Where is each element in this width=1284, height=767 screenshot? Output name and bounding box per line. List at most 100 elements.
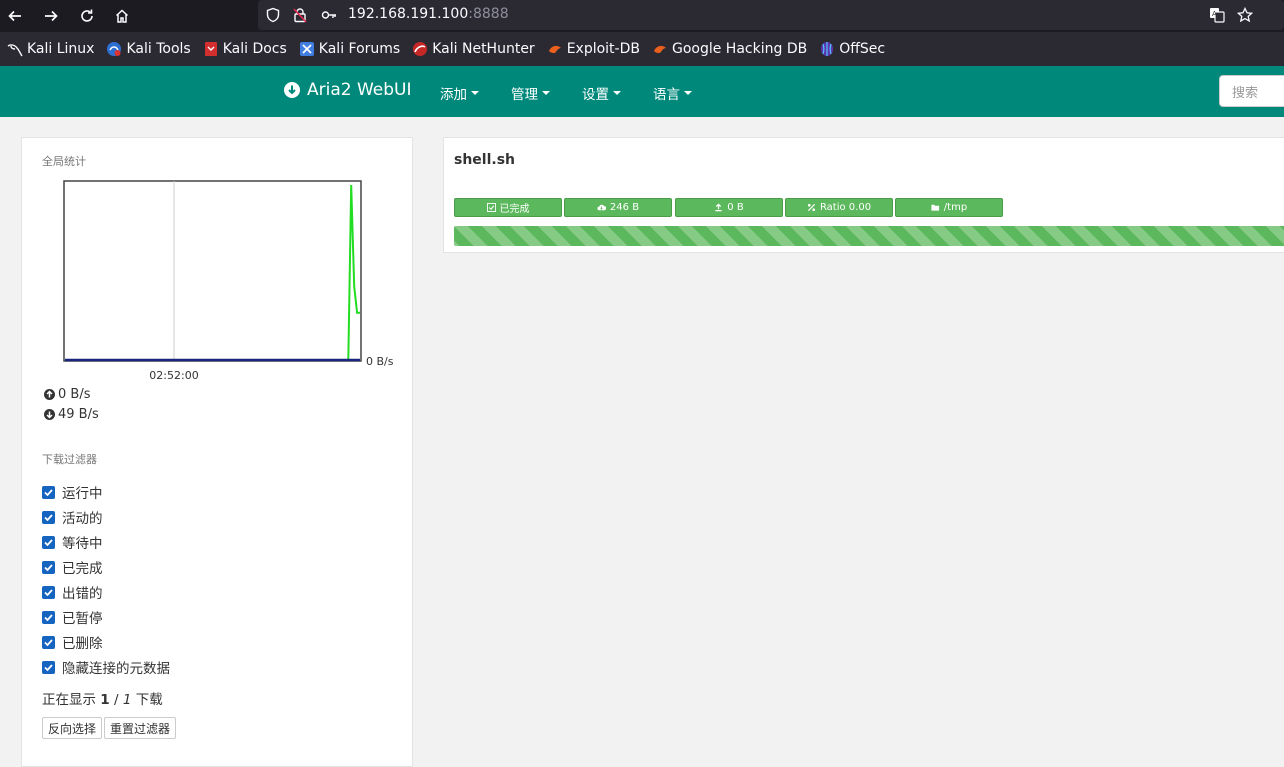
- x-tick-label: 02:52:00: [149, 369, 198, 382]
- filter-running[interactable]: 运行中: [42, 483, 103, 502]
- menu-settings[interactable]: 设置: [582, 83, 621, 103]
- insecure-lock-icon[interactable]: [291, 6, 309, 24]
- ratio-text: Ratio 0.00: [819, 202, 872, 213]
- app-navbar: Aria2 WebUI 添加 管理 设置 语言 搜索: [0, 66, 1284, 117]
- filter-label: 已暂停: [62, 611, 103, 627]
- bookmark-kali-docs[interactable]: Kali Docs: [199, 36, 291, 62]
- directory-badge: /tmp: [895, 198, 1003, 217]
- bookmark-label: Kali Linux: [27, 41, 95, 57]
- showing-sep: /: [114, 692, 119, 708]
- caret-down-icon: [471, 91, 479, 95]
- checkbox-checked-icon[interactable]: [42, 485, 55, 499]
- bookmark-kali-tools[interactable]: Kali Tools: [102, 36, 194, 62]
- filter-label: 出错的: [62, 586, 103, 602]
- kali-forums-icon: [299, 42, 314, 56]
- home-button[interactable]: [108, 2, 136, 30]
- search-input[interactable]: 搜索: [1219, 75, 1284, 107]
- filter-label: 已完成: [62, 561, 103, 577]
- svg-text:A: A: [1212, 10, 1217, 18]
- kali-dragon-icon: [7, 44, 23, 57]
- button-label: 重置过滤器: [110, 721, 171, 736]
- checkbox-checked-icon[interactable]: [42, 660, 55, 674]
- filter-hide-metadata[interactable]: 隐藏连接的元数据: [42, 658, 170, 677]
- checkbox-checked-icon[interactable]: [42, 560, 55, 574]
- url-text[interactable]: 192.168.191.100:8888: [348, 6, 509, 22]
- bookmark-label: OffSec: [839, 41, 886, 57]
- downloaded-badge: 246 B: [564, 198, 672, 217]
- bookmark-exploit-db[interactable]: Exploit-DB: [543, 36, 644, 62]
- menu-manage[interactable]: 管理: [511, 83, 550, 103]
- bookmark-kali-nethunter[interactable]: Kali NetHunter: [408, 36, 538, 62]
- checkbox-checked-icon[interactable]: [42, 510, 55, 524]
- bookmark-kali-linux[interactable]: Kali Linux: [3, 36, 98, 62]
- url-port: :8888: [468, 6, 509, 22]
- upload-icon: [715, 203, 722, 212]
- filter-label: 运行中: [62, 486, 103, 502]
- filter-active[interactable]: 活动的: [42, 508, 103, 527]
- bookmark-ghdb[interactable]: Google Hacking DB: [648, 36, 811, 62]
- tracking-shield-icon[interactable]: [264, 6, 282, 24]
- filter-removed[interactable]: 已删除: [42, 633, 103, 652]
- upload-speed: 0 B/s: [44, 387, 90, 402]
- key-icon[interactable]: [320, 6, 338, 24]
- forward-button[interactable]: [37, 2, 65, 30]
- showing-prefix: 正在显示: [42, 692, 96, 708]
- download-circle-icon: [44, 409, 55, 420]
- bookmark-label: Kali NetHunter: [432, 41, 535, 57]
- checkbox-checked-icon[interactable]: [42, 635, 55, 649]
- checkbox-checked-icon[interactable]: [42, 585, 55, 599]
- reload-icon: [81, 9, 93, 22]
- chart-plot-area: [63, 180, 362, 362]
- bookmark-label: Kali Tools: [126, 41, 191, 57]
- browser-toolbar: 192.168.191.100:8888 A: [0, 0, 1284, 32]
- menu-add[interactable]: 添加: [440, 83, 479, 103]
- filter-paused[interactable]: 已暂停: [42, 608, 103, 627]
- percent-icon: [807, 203, 816, 212]
- download-speed-value: 49 B/s: [58, 407, 99, 422]
- check-square-icon: [486, 203, 496, 212]
- filter-error[interactable]: 出错的: [42, 583, 103, 602]
- upload-speed-value: 0 B/s: [58, 387, 91, 402]
- url-host: 192.168.191.100: [348, 6, 469, 22]
- checkbox-checked-icon[interactable]: [42, 610, 55, 624]
- download-name[interactable]: shell.sh: [454, 152, 515, 168]
- exploit-db-icon: [548, 45, 561, 54]
- filter-waiting[interactable]: 等待中: [42, 533, 103, 552]
- checkbox-checked-icon[interactable]: [42, 535, 55, 549]
- caret-down-icon: [684, 91, 692, 95]
- offsec-icon: [821, 42, 834, 56]
- translate-icon[interactable]: A: [1208, 6, 1226, 24]
- reload-button[interactable]: [73, 2, 101, 30]
- download-item[interactable]: shell.sh 已完成 246 B 0 B Ratio 0.00 /tmp: [443, 137, 1284, 253]
- ghdb-icon: [653, 45, 666, 54]
- reset-filters-button[interactable]: 重置过滤器: [104, 717, 177, 739]
- filter-complete[interactable]: 已完成: [42, 558, 103, 577]
- directory-text: /tmp: [943, 202, 968, 213]
- brand-link[interactable]: Aria2 WebUI: [284, 80, 412, 100]
- sidebar-panel: 全局统计 02:52:00 0 B/s 0 B/s 49 B/s 下载过滤器 运…: [21, 137, 413, 767]
- menu-language[interactable]: 语言: [653, 83, 692, 103]
- filter-title: 下载过滤器: [42, 453, 97, 466]
- cloud-download-icon: [597, 204, 606, 211]
- download-circle-icon: [284, 82, 300, 98]
- invert-selection-button[interactable]: 反向选择: [42, 717, 103, 739]
- brand-title: Aria2 WebUI: [307, 80, 412, 100]
- bookmark-star-icon[interactable]: [1236, 6, 1254, 24]
- bookmark-offsec[interactable]: OffSec: [815, 36, 889, 62]
- filter-label: 活动的: [62, 511, 103, 527]
- downloaded-text: 246 B: [609, 202, 640, 213]
- bookmark-kali-forums[interactable]: Kali Forums: [295, 36, 404, 62]
- kali-docs-icon: [204, 42, 217, 56]
- folder-open-icon: [931, 204, 939, 211]
- uploaded-text: 0 B: [727, 202, 744, 213]
- back-button[interactable]: [1, 2, 29, 30]
- bookmark-label: Google Hacking DB: [671, 41, 808, 57]
- caret-down-icon: [613, 91, 621, 95]
- bookmarks-toolbar: Kali Linux Kali Tools Kali Docs Kali For…: [0, 32, 1284, 66]
- status-badge: 已完成: [454, 198, 562, 217]
- menu-label: 添加: [440, 87, 467, 103]
- status-text: 已完成: [499, 204, 530, 215]
- showing-suffix: 下载: [135, 692, 163, 708]
- url-bar[interactable]: 192.168.191.100:8888 A: [258, 0, 1284, 30]
- bookmark-label: Kali Forums: [318, 41, 401, 57]
